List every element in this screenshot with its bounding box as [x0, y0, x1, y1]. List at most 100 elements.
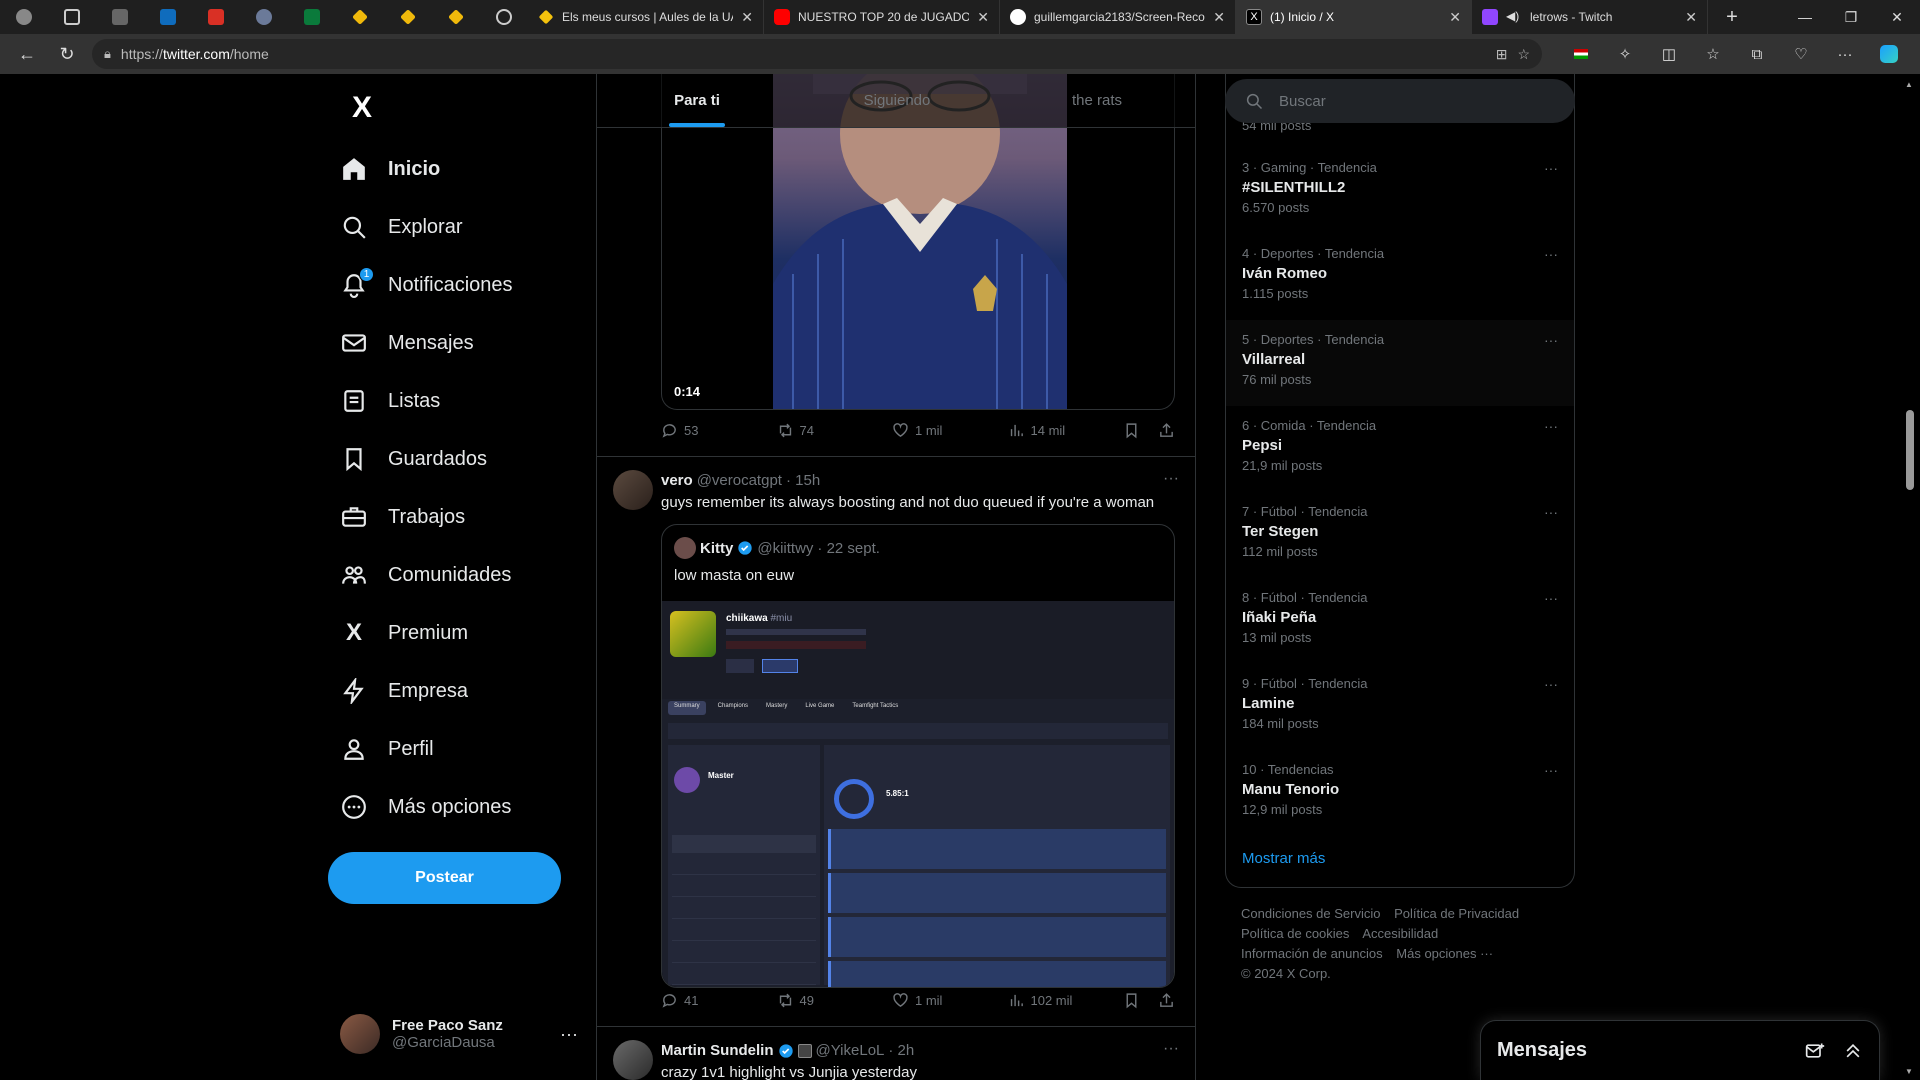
browser-tab[interactable]: Els meus cursos | Aules de la UAB ✕: [528, 0, 764, 34]
tab-para-ti[interactable]: Para ti: [597, 74, 797, 127]
trend-item[interactable]: 7 · Fútbol · Tendencia Ter Stegen 112 mi…: [1226, 492, 1574, 578]
reply-button[interactable]: 53: [661, 422, 777, 439]
pinned-tab-pdf-icon[interactable]: [192, 0, 240, 34]
minimize-icon[interactable]: —: [1782, 9, 1828, 25]
page-scrollbar[interactable]: ▲ ▼: [1900, 74, 1920, 1080]
browser-tab[interactable]: ◀) letrows - Twitch ✕: [1472, 0, 1708, 34]
footer-link[interactable]: Condiciones de Servicio: [1241, 906, 1380, 921]
tab-close-icon[interactable]: ✕: [1213, 9, 1225, 26]
bookmark-icon[interactable]: [1123, 992, 1140, 1009]
trend-item[interactable]: 4 · Deportes · Tendencia Iván Romeo 1.11…: [1226, 234, 1574, 320]
profile-icon[interactable]: [0, 0, 48, 34]
pinned-tab-binance-icon[interactable]: [336, 0, 384, 34]
bookmark-icon[interactable]: [1123, 422, 1140, 439]
footer-link[interactable]: Política de Privacidad: [1394, 906, 1519, 921]
trend-item[interactable]: 6 · Comida · Tendencia Pepsi 21,9 mil po…: [1226, 406, 1574, 492]
browser-tab[interactable]: NUESTRO TOP 20 de JUGADORES ✕: [764, 0, 1000, 34]
tweet-author-name[interactable]: vero: [661, 472, 693, 489]
app-available-icon[interactable]: ⊞: [1496, 46, 1508, 63]
nav-item-listas[interactable]: Listas: [328, 372, 588, 430]
nav-item-mensajes[interactable]: Mensajes: [328, 314, 588, 372]
footer-link[interactable]: Información de anuncios: [1241, 946, 1383, 961]
tab-close-icon[interactable]: ✕: [1685, 9, 1697, 26]
repost-button[interactable]: 49: [777, 992, 893, 1009]
search-input[interactable]: Buscar: [1225, 79, 1575, 123]
tweet-time[interactable]: · 2h: [888, 1042, 914, 1059]
favorites-icon[interactable]: ☆: [1698, 39, 1728, 69]
more-icon[interactable]: ···: [1544, 418, 1558, 434]
collections-icon[interactable]: ⧉: [1742, 39, 1772, 69]
pinned-tab-outlook-icon[interactable]: [144, 0, 192, 34]
refresh-icon[interactable]: ↻: [52, 39, 82, 69]
more-icon[interactable]: ···: [560, 1024, 578, 1045]
share-icon[interactable]: [1158, 422, 1175, 439]
trend-item[interactable]: 3 · Gaming · Tendencia #SILENTHILL2 6.57…: [1226, 148, 1574, 234]
scrollbar-thumb[interactable]: [1906, 410, 1914, 490]
reply-button[interactable]: 41: [661, 992, 777, 1009]
more-icon[interactable]: ···: [1544, 332, 1558, 348]
pinned-tab-openai-icon[interactable]: [480, 0, 528, 34]
more-icon[interactable]: ···: [1163, 1040, 1179, 1058]
account-switcher[interactable]: Free Paco Sanz @GarciaDausa ···: [328, 1004, 578, 1064]
footer-link[interactable]: Más opciones ···: [1396, 946, 1493, 961]
lock-icon[interactable]: 🔒︎: [104, 46, 111, 62]
x-logo-icon[interactable]: X: [338, 84, 386, 132]
pinned-tab-icon[interactable]: [240, 0, 288, 34]
extensions-icon[interactable]: ✧: [1610, 39, 1640, 69]
nav-item-notificaciones[interactable]: 1 Notificaciones: [328, 256, 588, 314]
quote-image-opgg-screenshot[interactable]: chiikawa #miu Summary Champions Mastery …: [662, 601, 1174, 987]
trend-item[interactable]: 10 · Tendencias Manu Tenorio 12,9 mil po…: [1226, 750, 1574, 836]
back-icon[interactable]: ←: [12, 39, 42, 69]
like-button[interactable]: 1 mil: [892, 992, 1008, 1009]
browser-essentials-icon[interactable]: ♡: [1786, 39, 1816, 69]
browser-tab[interactable]: guillemgarcia2183/Screen-Recor ✕: [1000, 0, 1236, 34]
restore-icon[interactable]: ❐: [1828, 9, 1874, 26]
favorite-star-icon[interactable]: ☆: [1517, 46, 1530, 63]
nav-item-trabajos[interactable]: Trabajos: [328, 488, 588, 546]
more-icon[interactable]: ···: [1544, 246, 1558, 262]
post-button[interactable]: Postear: [328, 852, 561, 904]
tab-the-rats[interactable]: the rats: [997, 74, 1195, 127]
trend-item[interactable]: 5 · Deportes · Tendencia Villarreal 76 m…: [1226, 320, 1574, 406]
tab-siguiendo[interactable]: Siguiendo: [797, 74, 997, 127]
views-button[interactable]: 102 mil: [1008, 992, 1124, 1009]
browser-tab-active[interactable]: X (1) Inicio / X ✕: [1236, 0, 1472, 34]
split-screen-icon[interactable]: ◫: [1654, 39, 1684, 69]
workspaces-icon[interactable]: [48, 0, 96, 34]
like-button[interactable]: 1 mil: [892, 422, 1008, 439]
tweet-author-name[interactable]: Martin Sundelin: [661, 1042, 774, 1059]
footer-link[interactable]: Accesibilidad: [1362, 926, 1438, 941]
more-icon[interactable]: ···: [1544, 160, 1558, 176]
pinned-tab-uab-icon[interactable]: [288, 0, 336, 34]
pinned-tab-icon[interactable]: [96, 0, 144, 34]
pinned-tab-binance-icon[interactable]: [384, 0, 432, 34]
nav-item-inicio[interactable]: Inicio: [328, 140, 588, 198]
extension-flag-icon[interactable]: [1566, 39, 1596, 69]
more-icon[interactable]: ···: [1544, 676, 1558, 692]
nav-item-explorar[interactable]: Explorar: [328, 198, 588, 256]
url-input[interactable]: 🔒︎ https://twitter.com/home ⊞ ☆: [92, 39, 1542, 69]
footer-link[interactable]: Política de cookies: [1241, 926, 1349, 941]
tab-close-icon[interactable]: ✕: [741, 9, 753, 26]
avatar[interactable]: [613, 1040, 653, 1080]
repost-button[interactable]: 74: [777, 422, 893, 439]
avatar[interactable]: [613, 470, 653, 510]
speaker-icon[interactable]: ◀): [1506, 9, 1522, 25]
show-more-link[interactable]: Mostrar más: [1242, 850, 1325, 867]
nav-item-guardados[interactable]: Guardados: [328, 430, 588, 488]
quoted-tweet[interactable]: Kitty @kiittwy · 22 sept. low masta on e…: [661, 524, 1175, 988]
scroll-down-icon[interactable]: ▼: [1905, 1067, 1913, 1076]
share-icon[interactable]: [1158, 992, 1175, 1009]
more-icon[interactable]: ···: [1544, 504, 1558, 520]
tweet-author-handle[interactable]: @YikeLoL: [816, 1042, 885, 1059]
tab-close-icon[interactable]: ✕: [977, 9, 989, 26]
trend-item[interactable]: 8 · Fútbol · Tendencia Iñaki Peña 13 mil…: [1226, 578, 1574, 664]
close-window-icon[interactable]: ✕: [1874, 9, 1920, 26]
new-tab-icon[interactable]: +: [1708, 0, 1756, 34]
new-message-icon[interactable]: [1805, 1041, 1825, 1061]
copilot-icon[interactable]: [1874, 39, 1904, 69]
tweet-time[interactable]: · 15h: [786, 472, 820, 489]
trend-item[interactable]: 9 · Fútbol · Tendencia Lamine 184 mil po…: [1226, 664, 1574, 750]
views-button[interactable]: 14 mil: [1008, 422, 1124, 439]
more-icon[interactable]: ···: [1163, 470, 1179, 488]
